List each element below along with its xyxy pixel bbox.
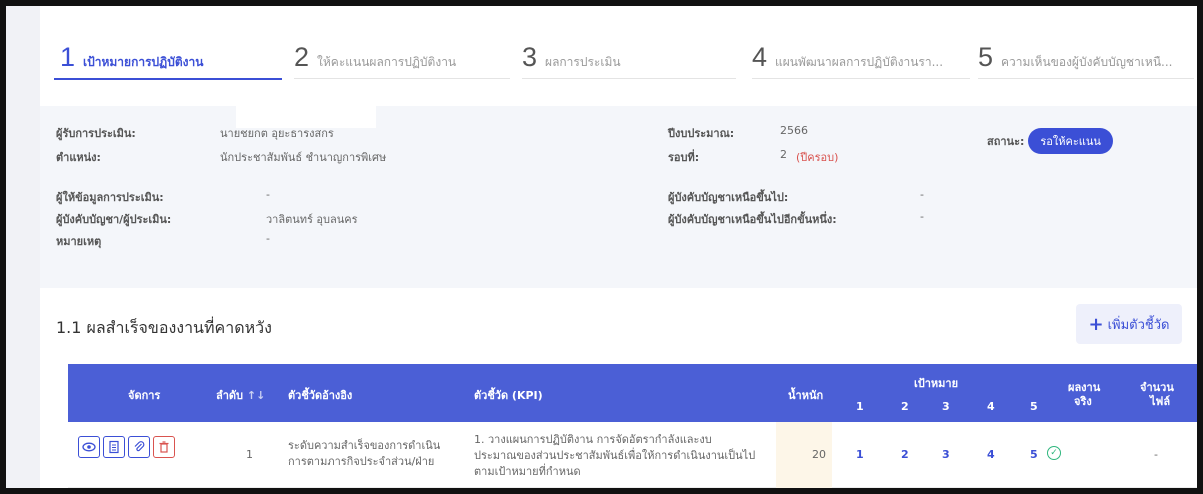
provider-value: - xyxy=(266,188,270,201)
row-target-5: 5 xyxy=(1030,448,1038,461)
step-3[interactable]: 3 ผลการประเมิน xyxy=(522,42,621,73)
row-target-1: 1 xyxy=(856,448,864,461)
step-divider xyxy=(752,78,970,79)
row-files: - xyxy=(1154,448,1158,461)
step-divider xyxy=(522,78,736,79)
row-ref-line2: การตามภารกิจประจำส่วน/ฝ่าย xyxy=(288,455,435,468)
sort-icon: ↑↓ xyxy=(246,389,266,402)
header-ref-indicator: ตัวชี้วัดอ้างอิง xyxy=(288,389,353,402)
step-4[interactable]: 4 แผนพัฒนาผลการปฏิบัติงานรา... xyxy=(752,42,943,73)
header-kpi: ตัวชี้วัด (KPI) xyxy=(474,389,543,402)
paperclip-icon xyxy=(134,441,145,452)
step-5[interactable]: 5 ความเห็นของผู้บังคับบัญชาเหนื... xyxy=(978,42,1172,73)
header-target-5: 5 xyxy=(1030,400,1038,413)
plus-icon: + xyxy=(1088,313,1104,335)
step-divider xyxy=(294,78,510,79)
trash-icon xyxy=(159,441,169,453)
upper-supervisor2-value: - xyxy=(920,210,924,223)
stepper: 1 เป้าหมายการปฏิบัติงาน 2 ให้คะแนนผลการป… xyxy=(40,6,1197,106)
eye-icon xyxy=(82,442,96,452)
add-indicator-button[interactable]: + เพิ่มตัวชี้วัด xyxy=(1076,304,1182,344)
evaluation-card: 1 เป้าหมายการปฏิบัติงาน 2 ให้คะแนนผลการป… xyxy=(40,6,1197,488)
step-number: 5 xyxy=(978,42,994,72)
step-2[interactable]: 2 ให้คะแนนผลการปฏิบัติงาน xyxy=(294,42,456,73)
note-value: - xyxy=(266,232,270,245)
step-label: ผลการประเมิน xyxy=(545,55,621,69)
row-target-3: 3 xyxy=(942,448,950,461)
supervisor-value: วาลิตนทร์ อุบลนคร xyxy=(266,213,358,226)
add-indicator-label: เพิ่มตัวชี้วัด xyxy=(1107,317,1170,333)
app-frame: 1 เป้าหมายการปฏิบัติงาน 2 ให้คะแนนผลการป… xyxy=(6,6,1197,488)
table-header: จัดการ ลำดับ ↑↓ ตัวชี้วัดอ้างอิง ตัวชี้ว… xyxy=(68,364,1197,422)
header-target-4: 4 xyxy=(987,400,995,413)
step-divider xyxy=(978,78,1194,79)
header-target: เป้าหมาย xyxy=(914,377,959,390)
fiscal-year-value: 2566 xyxy=(780,124,808,137)
header-order-label: ลำดับ xyxy=(216,389,244,402)
header-manage: จัดการ xyxy=(128,389,161,402)
check-circle-icon: ✓ xyxy=(1047,446,1061,460)
provider-label: ผู้ให้ข้อมูลการประเมิน: xyxy=(56,191,164,204)
step-number: 1 xyxy=(60,42,76,72)
status-badge: รอให้คะแนน xyxy=(1028,128,1113,154)
header-target-1: 1 xyxy=(856,400,864,413)
upper-supervisor-label: ผู้บังคับบัญชาเหนือขึ้นไป: xyxy=(668,191,789,204)
header-weight: น้ำหนัก xyxy=(788,389,824,402)
step-number: 4 xyxy=(752,42,768,72)
supervisor-label: ผู้บังคับบัญชา/ผู้ประเมิน: xyxy=(56,213,172,226)
evaluatee-label: ผู้รับการประเมิน: xyxy=(56,127,136,140)
header-target-3: 3 xyxy=(942,400,950,413)
step-label: ความเห็นของผู้บังคับบัญชาเหนื... xyxy=(1001,55,1173,69)
upper-supervisor-value: - xyxy=(920,188,924,201)
header-target-2: 2 xyxy=(901,400,909,413)
view-button[interactable] xyxy=(78,436,100,458)
delete-button[interactable] xyxy=(153,436,175,458)
row-order: 1 xyxy=(246,448,253,461)
status-label: สถานะ: xyxy=(987,135,1025,148)
note-label: หมายเหตุ xyxy=(56,235,102,248)
attach-button[interactable] xyxy=(128,436,150,458)
step-label: ให้คะแนนผลการปฏิบัติงาน xyxy=(317,55,457,69)
header-order[interactable]: ลำดับ ↑↓ xyxy=(216,386,265,404)
step-1[interactable]: 1 เป้าหมายการปฏิบัติงาน xyxy=(60,42,203,73)
step-number: 3 xyxy=(522,42,538,72)
active-step-indicator xyxy=(54,78,282,80)
row-target-4: 4 xyxy=(987,448,995,461)
fiscal-year-label: ปีงบประมาณ: xyxy=(668,127,735,140)
table-row: 1 ระดับความสำเร็จของการดำเนิน การตามภารก… xyxy=(68,422,1197,488)
position-value: นักประชาสัมพันธ์ ชำนาญการพิเศษ xyxy=(220,151,387,164)
row-actions xyxy=(78,436,175,458)
round-label: รอบที่: xyxy=(668,151,700,164)
row-weight: 20 xyxy=(812,448,826,461)
edit-button[interactable] xyxy=(103,436,125,458)
header-actual-line2: จริง xyxy=(1074,395,1092,408)
step-label: เป้าหมายการปฏิบัติงาน xyxy=(83,55,204,69)
position-label: ตำแหน่ง: xyxy=(56,151,101,164)
upper-supervisor2-label: ผู้บังคับบัญชาเหนือขึ้นไปอีกขั้นหนึ่ง: xyxy=(668,213,837,226)
row-kpi-line3: ตามเป้าหมายที่กำหนด xyxy=(474,465,581,478)
section-title: 1.1 ผลสำเร็จของงานที่คาดหวัง xyxy=(56,318,272,337)
row-target-2: 2 xyxy=(901,448,909,461)
round-suffix: (ปีครอบ) xyxy=(796,151,839,164)
status: สถานะ: รอให้คะแนน xyxy=(987,128,1113,154)
step-label: แผนพัฒนาผลการปฏิบัติงานรา... xyxy=(775,55,944,69)
header-files-line2: ไฟล์ xyxy=(1150,395,1171,408)
step-number: 2 xyxy=(294,42,310,72)
document-icon xyxy=(109,440,119,454)
evaluatee-value: นายชยกต อุยะธารงสกร xyxy=(220,127,334,140)
round-value: 2 xyxy=(780,148,787,161)
